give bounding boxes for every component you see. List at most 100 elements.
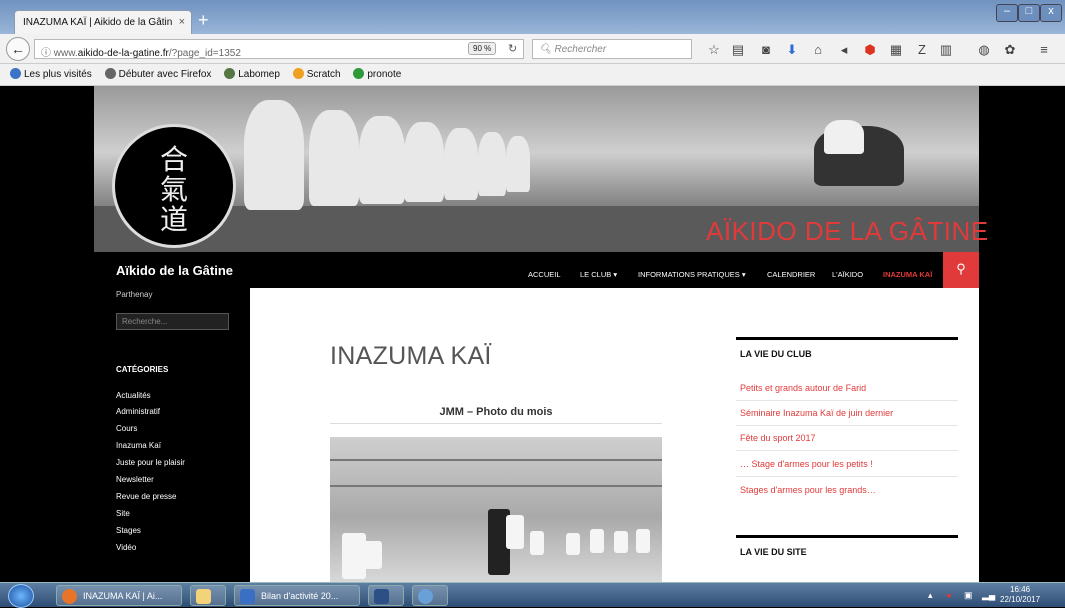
new-tab-button[interactable]: + xyxy=(198,11,209,29)
bookmark-item[interactable]: Les plus visités xyxy=(10,68,92,80)
reading-list-icon[interactable]: ▤ xyxy=(730,42,746,58)
photo-figure xyxy=(530,531,544,555)
network-tray-icon[interactable]: ▣ xyxy=(964,590,973,601)
download-icon[interactable]: ⬇ xyxy=(784,42,800,58)
aikidoka-figure xyxy=(309,110,359,206)
info-icon[interactable]: ⓘ xyxy=(41,48,54,59)
bookmark-item[interactable]: Labomep xyxy=(224,68,280,80)
extension-icon[interactable]: ▦ xyxy=(888,42,904,58)
clock-time: 16:46 xyxy=(1010,585,1031,594)
aikidoka-figure xyxy=(404,122,444,202)
nav-inazuma-kai[interactable]: INAZUMA KAÏ xyxy=(883,270,932,279)
pocket-icon[interactable]: ◙ xyxy=(758,42,774,57)
photo-figure xyxy=(364,541,382,569)
category-link[interactable]: Juste pour le plaisir xyxy=(116,458,185,467)
addon-icon[interactable]: ◍ xyxy=(976,42,992,58)
club-logo[interactable]: 合 氣 道 xyxy=(112,124,236,248)
nav-informations-pratiques[interactable]: INFORMATIONS PRATIQUES ▾ xyxy=(638,270,746,279)
nav-accueil[interactable]: ACCUEIL xyxy=(528,270,561,279)
tab-close-icon[interactable]: × xyxy=(179,16,185,28)
category-link[interactable]: Site xyxy=(116,509,130,518)
url-prefix: www. xyxy=(53,48,78,59)
aikidoka-figure xyxy=(244,100,304,210)
widget-post-link[interactable]: … Stage d'armes pour les petits ! xyxy=(740,459,873,469)
widget-post-link[interactable]: Séminaire Inazuma Kaï de juin dernier xyxy=(740,408,893,418)
bookmark-item[interactable]: Débuter avec Firefox xyxy=(104,68,212,80)
categories-heading: CATÉGORIES xyxy=(116,365,169,374)
widget-post-link[interactable]: Petits et grands autour de Farid xyxy=(740,383,866,393)
nav-search-button[interactable]: ⚲ xyxy=(943,252,979,288)
post-photo[interactable] xyxy=(330,437,662,582)
taskbar-word[interactable]: Bilan d'activité 20... xyxy=(234,585,360,606)
firefox-icon xyxy=(62,589,77,604)
browser-search-input[interactable]: 🔍︎ Rechercher xyxy=(532,39,692,59)
logo-kanji: 合 氣 道 xyxy=(159,143,188,236)
aikidoka-figure xyxy=(359,116,405,204)
photo-beam xyxy=(330,485,662,487)
nav-le-club[interactable]: LE CLUB ▾ xyxy=(580,270,617,279)
taskbar-explorer[interactable] xyxy=(190,585,226,606)
taskbar-firefox[interactable]: INAZUMA KAÏ | Ai... xyxy=(56,585,182,606)
photo-figure xyxy=(506,515,524,549)
reload-icon[interactable]: ↻ xyxy=(508,42,517,55)
bookmark-star-icon[interactable]: ☆ xyxy=(706,42,722,58)
notes-icon[interactable]: ▥ xyxy=(938,42,954,58)
tray-arrow-icon[interactable]: ▴ xyxy=(928,590,933,601)
header-site-title: AÏKIDO DE LA GÂTINE xyxy=(706,216,989,246)
widget-post-link[interactable]: Fête du sport 2017 xyxy=(740,433,816,443)
category-link[interactable]: Newsletter xyxy=(116,475,154,484)
maximize-button[interactable]: □ xyxy=(1018,4,1040,22)
widget-heading: LA VIE DU SITE xyxy=(740,547,807,557)
close-window-button[interactable]: x xyxy=(1040,4,1062,22)
volume-icon[interactable]: ◂ xyxy=(946,590,951,601)
back-button[interactable]: ← xyxy=(6,37,30,61)
category-link[interactable]: Vidéo xyxy=(116,543,136,552)
puzzle-icon[interactable]: ✿ xyxy=(1002,42,1018,58)
bookmarks-bar: Les plus visités Débuter avec Firefox La… xyxy=(0,64,1065,86)
zotero-icon[interactable]: Z xyxy=(914,42,930,57)
adblock-icon[interactable]: ⬢ xyxy=(862,42,878,58)
signal-icon[interactable]: ▂▄ xyxy=(982,590,995,601)
most-visited-icon xyxy=(10,68,21,79)
search-icon: ⚲ xyxy=(956,261,966,276)
send-icon[interactable]: ◂ xyxy=(836,42,852,58)
address-bar[interactable]: ⓘ www.aikido-de-la-gatine.fr/?page_id=13… xyxy=(34,39,524,59)
post-title-divider xyxy=(330,423,662,424)
system-clock[interactable]: 16:46 22/10/2017 xyxy=(1000,585,1040,605)
browser-tab[interactable]: INAZUMA KAÏ | Aikido de la Gâtin × xyxy=(14,10,192,34)
category-link[interactable]: Cours xyxy=(116,424,137,433)
start-button[interactable] xyxy=(8,584,34,608)
nav-calendrier[interactable]: CALENDRIER xyxy=(767,270,815,279)
site-tagline: Parthenay xyxy=(116,290,153,299)
category-link[interactable]: Actualités xyxy=(116,391,151,400)
widget-heading: LA VIE DU CLUB xyxy=(740,349,812,359)
widget-divider xyxy=(736,450,958,451)
photo-figure xyxy=(614,531,628,553)
bookmark-label: Débuter avec Firefox xyxy=(118,69,212,80)
taskbar-app[interactable] xyxy=(368,585,404,606)
category-link[interactable]: Administratif xyxy=(116,407,160,416)
url-domain: aikido-de-la-gatine.fr xyxy=(77,48,169,59)
widget-top-rule xyxy=(736,535,958,538)
category-link[interactable]: Revue de presse xyxy=(116,492,176,501)
taskbar-app[interactable] xyxy=(412,585,448,606)
home-icon[interactable]: ⌂ xyxy=(810,42,826,57)
photo-figure xyxy=(636,529,650,553)
network-icon xyxy=(418,589,433,604)
site-name-link[interactable]: Aïkido de la Gâtine xyxy=(116,263,233,278)
post-title-link[interactable]: JMM – Photo du mois xyxy=(330,406,662,418)
photo-figure xyxy=(566,533,580,555)
zoom-level[interactable]: 90 % xyxy=(468,42,497,55)
category-link[interactable]: Stages xyxy=(116,526,141,535)
bookmark-item[interactable]: Scratch xyxy=(292,68,341,80)
category-link[interactable]: Inazuma Kaï xyxy=(116,441,161,450)
photo-figure xyxy=(342,533,366,579)
sidebar-search-input[interactable]: Recherche... xyxy=(116,313,229,330)
nav-aikido[interactable]: L'AÏKIDO xyxy=(832,270,863,279)
widget-post-link[interactable]: Stages d'armes pour les grands… xyxy=(740,485,876,495)
minimize-button[interactable]: – xyxy=(996,4,1018,22)
menu-icon[interactable]: ≡ xyxy=(1036,42,1052,57)
bookmark-item[interactable]: pronote xyxy=(353,68,401,80)
browser-toolbar: ← ⓘ www.aikido-de-la-gatine.fr/?page_id=… xyxy=(0,34,1065,64)
labomep-icon xyxy=(224,68,236,79)
